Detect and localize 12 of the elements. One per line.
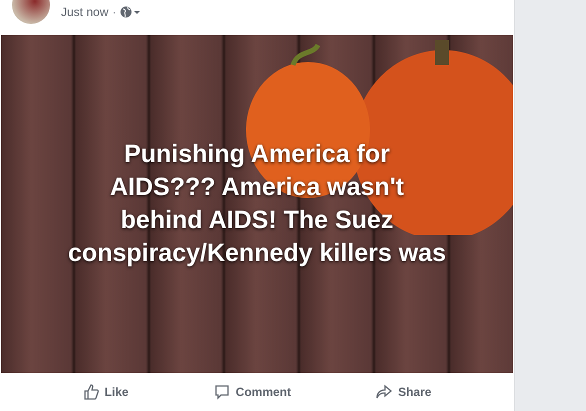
comment-button[interactable]: Comment [208, 382, 297, 402]
share-button[interactable]: Share [370, 382, 438, 402]
thumbs-up-icon [82, 384, 99, 400]
globe-icon[interactable] [120, 6, 140, 18]
like-button[interactable]: Like [76, 382, 135, 402]
post-text-line: behind AIDS! The Suez [120, 205, 394, 236]
share-arrow-icon [376, 384, 392, 400]
separator-dot: · [112, 5, 116, 19]
post-time[interactable]: Just now [61, 5, 108, 19]
post-text-line: conspiracy/Kennedy killers was [68, 238, 446, 269]
post-text-line: Punishing America for [124, 139, 390, 170]
speech-bubble-icon [214, 384, 230, 400]
